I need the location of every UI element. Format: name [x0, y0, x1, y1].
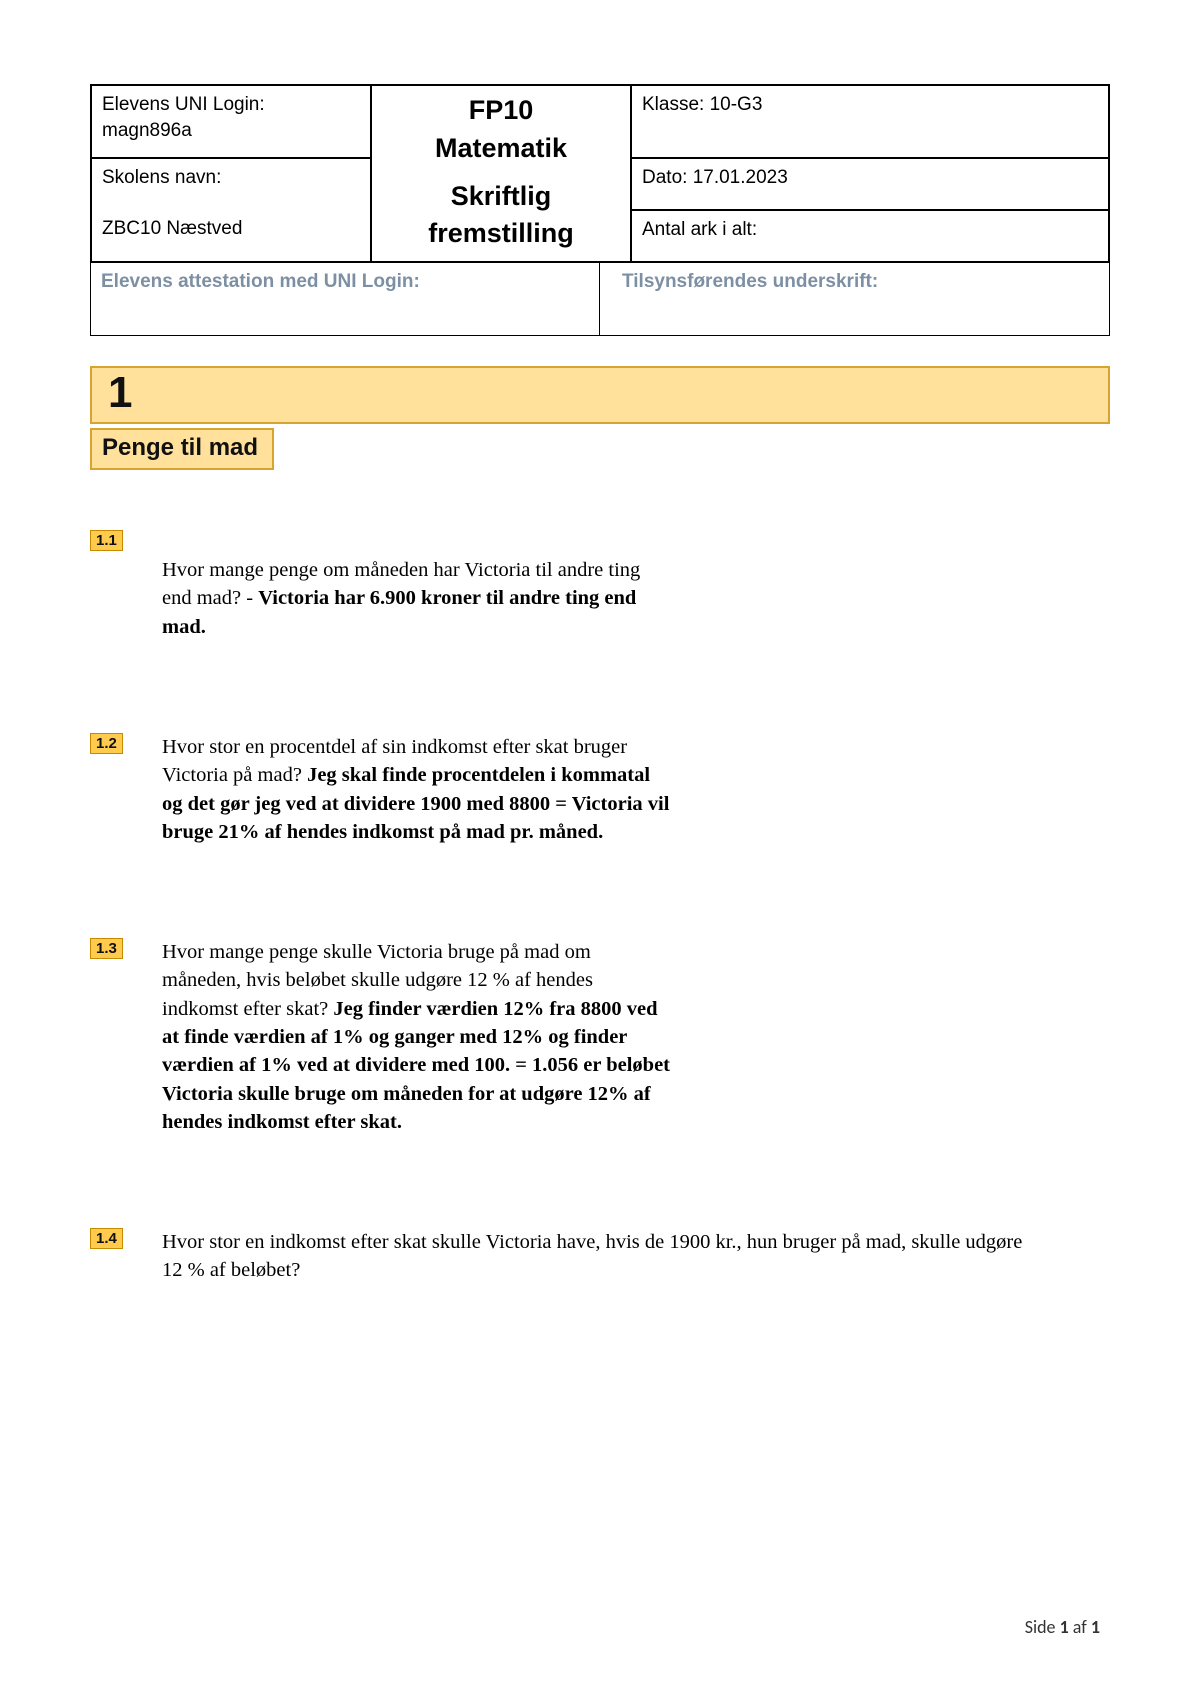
- footer-prefix: Side: [1025, 1616, 1060, 1638]
- klasse-value: 10-G3: [710, 94, 763, 115]
- footer-middle: af: [1069, 1616, 1091, 1638]
- ark-label: Antal ark i alt:: [642, 219, 757, 240]
- question-1-2: 1.2 Hvor stor en procentdel af sin indko…: [90, 733, 1110, 846]
- question-number-badge: 1.4: [90, 1228, 123, 1249]
- question-1-4: 1.4 Hvor stor en indkomst efter skat sku…: [90, 1228, 1110, 1285]
- dato-value: 17.01.2023: [693, 167, 788, 188]
- question-text: Hvor stor en indkomst efter skat skulle …: [162, 1231, 1022, 1281]
- title-line2: Matematik: [435, 133, 567, 163]
- footer-total-pages: 1: [1091, 1616, 1100, 1638]
- question-number-badge: 1.3: [90, 938, 123, 959]
- ark-cell: Antal ark i alt:: [631, 210, 1109, 262]
- question-1-3: 1.3 Hvor mange penge skulle Victoria bru…: [90, 938, 1110, 1136]
- login-label: Elevens UNI Login:: [102, 94, 265, 115]
- login-cell: Elevens UNI Login: magn896a: [91, 85, 371, 158]
- exam-title-cell: FP10 Matematik Skriftlig fremstilling: [371, 85, 631, 262]
- question-1-1: 1.1 Hvor mange penge om måneden har Vict…: [90, 530, 1110, 641]
- question-body: Hvor mange penge om måneden har Victoria…: [162, 556, 672, 641]
- school-cell: Skolens navn: ZBC10 Næstved: [91, 158, 371, 262]
- attest-left: Elevens attestation med UNI Login:: [91, 263, 600, 335]
- title-line3: Skriftlig fremstilling: [428, 181, 574, 249]
- footer-current-page: 1: [1060, 1616, 1069, 1638]
- dato-label: Dato:: [642, 167, 687, 188]
- question-number-badge: 1.1: [90, 530, 123, 551]
- attestation-row: Elevens attestation med UNI Login: Tilsy…: [91, 262, 1109, 335]
- section-title: Penge til mad: [90, 428, 274, 470]
- exam-header-grid: Elevens UNI Login: magn896a FP10 Matemat…: [90, 84, 1110, 336]
- question-body: Hvor stor en indkomst efter skat skulle …: [162, 1228, 1032, 1285]
- question-body: Hvor stor en procentdel af sin indkomst …: [162, 733, 672, 846]
- login-value: magn896a: [102, 120, 192, 141]
- school-value: ZBC10 Næstved: [102, 218, 242, 239]
- dato-cell: Dato: 17.01.2023: [631, 158, 1109, 210]
- page-footer: Side 1 af 1: [1025, 1616, 1100, 1638]
- attest-right: Tilsynsførendes underskrift:: [600, 263, 1109, 335]
- klasse-label: Klasse:: [642, 94, 704, 115]
- klasse-cell: Klasse: 10-G3: [631, 85, 1109, 158]
- question-number-badge: 1.2: [90, 733, 123, 754]
- school-label: Skolens navn:: [102, 167, 221, 188]
- title-line1: FP10: [469, 95, 534, 125]
- section-number: 1: [90, 366, 1110, 424]
- question-body: Hvor mange penge skulle Victoria bruge p…: [162, 938, 672, 1136]
